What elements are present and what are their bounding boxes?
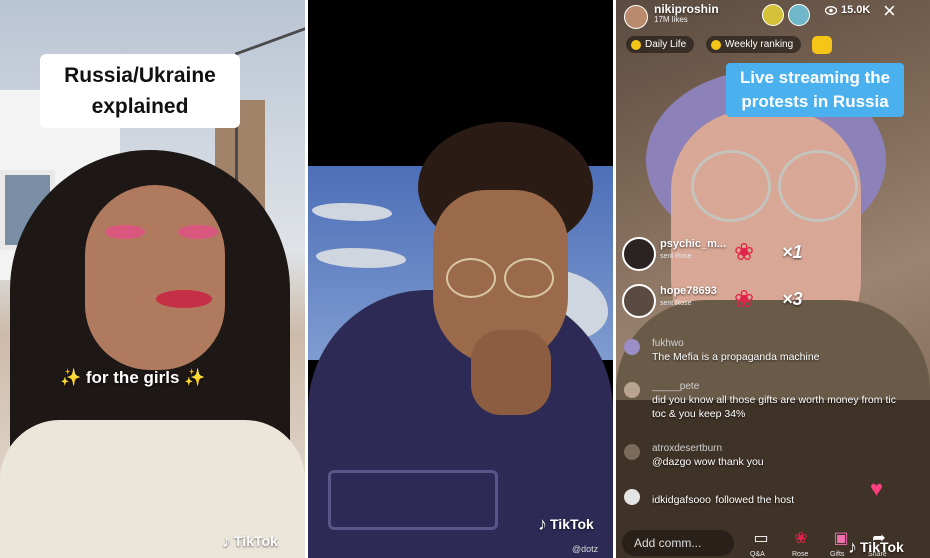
eye-makeup-right (178, 225, 218, 239)
rose-icon[interactable]: ❀ (788, 527, 814, 551)
creator-face (85, 185, 225, 370)
follower-avatar[interactable] (624, 489, 640, 505)
coin-icon (631, 39, 641, 50)
video-caption: Russia/Ukraine explained (40, 54, 240, 128)
commenter-avatar[interactable] (624, 382, 640, 398)
comment-input[interactable]: Add comm... (622, 530, 734, 556)
pill-label: Weekly ranking (725, 39, 794, 50)
comment-text: did you know all those gifts are worth m… (652, 394, 896, 420)
video-panel-explainer: Russia/Ukraine explained ✨ for the girls… (0, 0, 305, 558)
tiktok-logo-icon: ♪ (222, 531, 231, 551)
commenter-avatar[interactable] (624, 339, 640, 355)
glasses-lens-left (691, 150, 771, 222)
gift-count: ×3 (782, 289, 803, 309)
tiktok-watermark-text: TikTok (234, 533, 278, 549)
follower-name[interactable]: idkidgafsooo (652, 494, 711, 506)
tiktok-watermark: ♪ TikTok (848, 538, 904, 556)
gift-description: sent Rose (660, 253, 692, 260)
tiktok-logo-icon: ♪ (848, 537, 857, 557)
rose-label: Rose (792, 551, 809, 558)
tiktok-logo-icon: ♪ (538, 514, 547, 534)
host-likes: 17M likes (654, 15, 688, 24)
glasses-lens-right (504, 258, 554, 298)
viewer-count-value: 15.0K (841, 4, 871, 16)
gift-notification: hope78693 sent Rose ❀ ×3 (622, 284, 822, 320)
glasses-lens-right (778, 150, 858, 222)
video-panel-livestream: nikiproshin 17M likes 15.0K × Daily Life… (616, 0, 930, 558)
creator-hand (471, 330, 551, 415)
lips (156, 290, 212, 308)
commenter-name[interactable]: _____pete (652, 381, 699, 392)
follow-text: followed the host (715, 494, 795, 506)
glasses-lens-left (446, 258, 496, 298)
host-avatar[interactable] (624, 5, 648, 29)
follow-message: idkidgafsooo followed the host (652, 490, 794, 508)
comment-text: @dazgo wow thank you (652, 456, 764, 468)
host-name[interactable]: nikiproshin (654, 2, 719, 16)
pill-weekly-ranking[interactable]: Weekly ranking (706, 36, 802, 53)
gifter-name: hope78693 (660, 285, 717, 297)
gifts-label: Gifts (830, 551, 845, 558)
gifter-avatar[interactable] (622, 284, 656, 318)
video-panel-greenscreen: ♪ TikTok @dotz (308, 0, 613, 558)
eye-makeup-left (105, 225, 145, 239)
treasure-box-icon[interactable] (812, 36, 832, 54)
gifter-avatar[interactable] (622, 237, 656, 271)
qa-label: Q&A (750, 551, 765, 558)
comment-text: The Mefia is a propaganda machine (652, 351, 820, 363)
tiktok-watermark: ♪ TikTok (222, 532, 278, 550)
top-gifter-badge[interactable] (788, 4, 810, 26)
pill-daily-life[interactable]: Daily Life (626, 36, 695, 53)
coin-icon (711, 39, 721, 50)
rose-icon: ❀ (734, 286, 755, 313)
close-icon[interactable]: × (883, 0, 896, 22)
commenter-name[interactable]: fukhwo (652, 338, 684, 349)
commenter-avatar[interactable] (624, 444, 640, 460)
gift-description: sent Rose (660, 300, 692, 307)
eye-icon (825, 5, 837, 15)
pill-label: Daily Life (645, 39, 687, 50)
gift-notification: psychic_m... sent Rose ❀ ×1 (622, 237, 822, 273)
video-subcaption: ✨ for the girls ✨ (60, 368, 206, 387)
qa-icon[interactable]: ▭ (748, 527, 774, 551)
video-caption: Live streaming the protests in Russia (726, 63, 904, 117)
rose-icon: ❀ (734, 239, 755, 266)
heart-icon[interactable]: ♥ (870, 478, 894, 500)
gifter-name: psychic_m... (660, 238, 727, 250)
tiktok-watermark-text: TikTok (860, 539, 904, 555)
creator-handle: @dotz (572, 544, 599, 554)
hoodie-print (328, 470, 498, 530)
viewer-count[interactable]: 15.0K (825, 4, 870, 16)
top-gifter-badge[interactable] (762, 4, 784, 26)
gift-count: ×1 (782, 242, 803, 262)
tiktok-watermark-text: TikTok (550, 516, 594, 532)
tiktok-watermark: ♪ TikTok (538, 515, 594, 533)
commenter-name[interactable]: atroxdesertburn (652, 443, 722, 454)
